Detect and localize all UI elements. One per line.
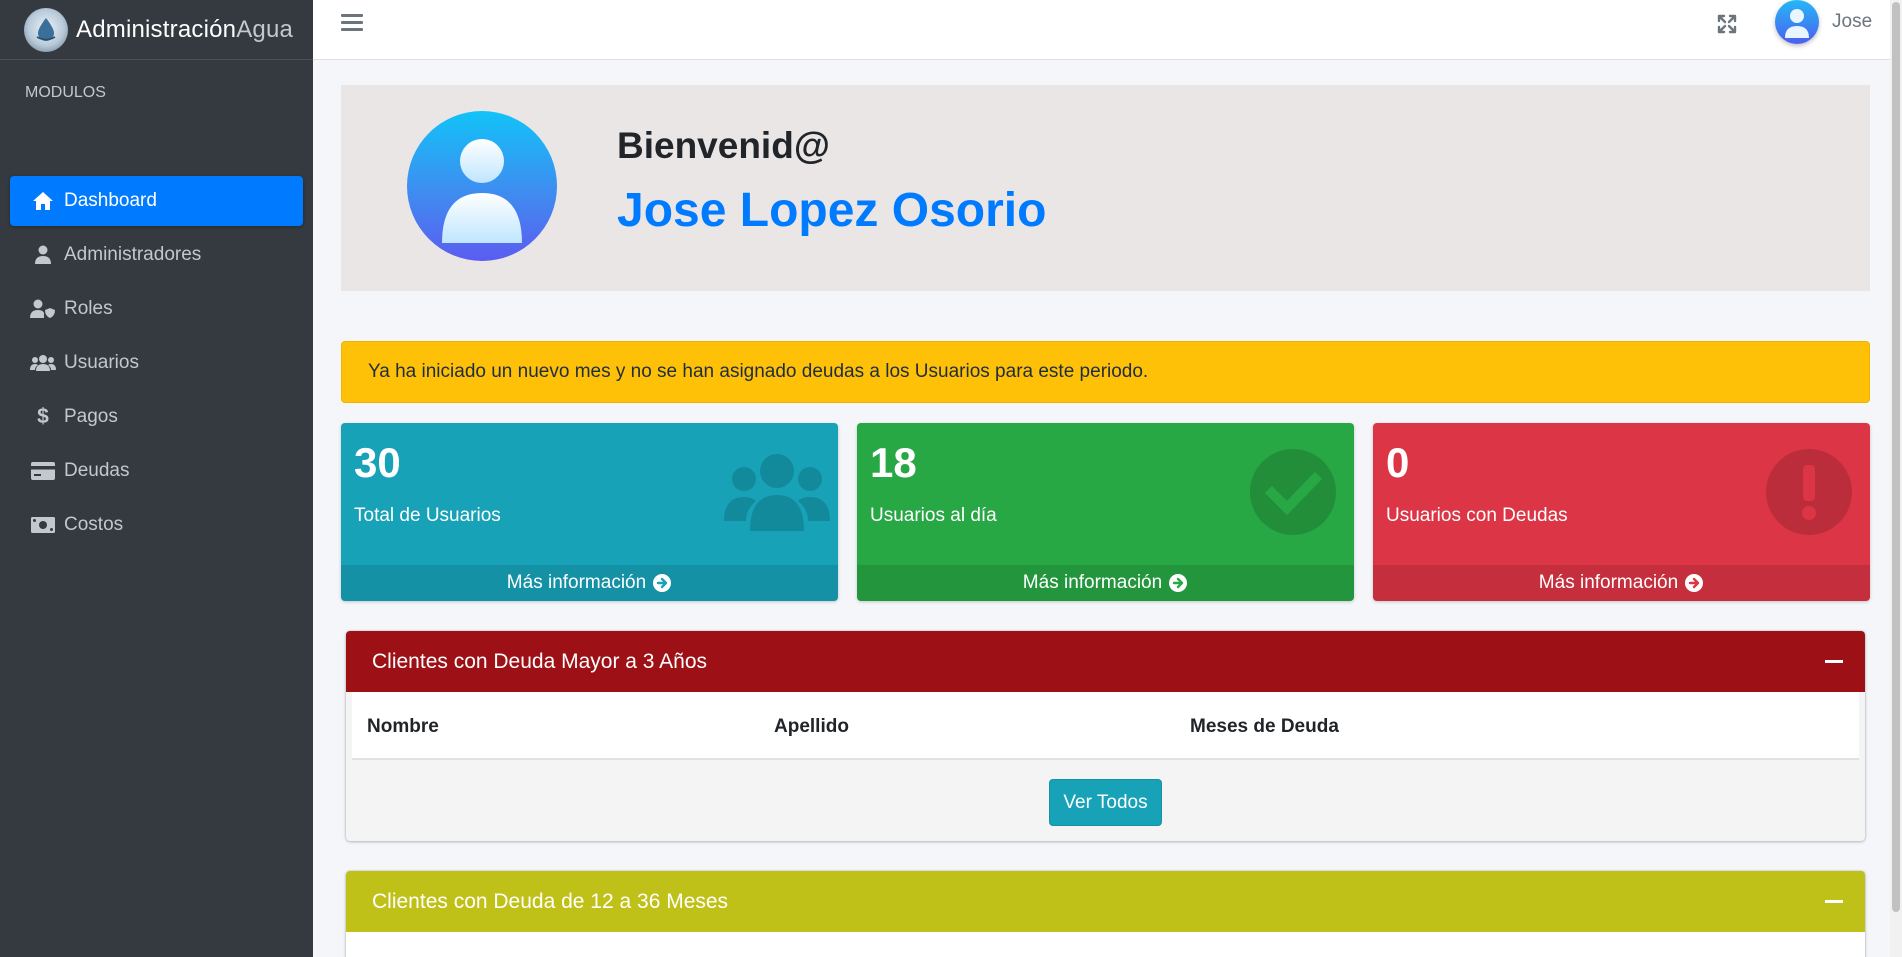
user-avatar-large-icon xyxy=(407,111,557,261)
sidebar-section-header: MODULOS xyxy=(25,84,106,101)
table-header-row: Nombre Apellido Meses de Deuda xyxy=(352,692,1859,760)
ver-todos-button[interactable]: Ver Todos xyxy=(1049,779,1162,826)
top-navbar: Jose xyxy=(313,0,1902,60)
sidebar-item-label: Dashboard xyxy=(64,190,157,211)
credit-card-icon xyxy=(30,460,56,482)
sidebar-item-deudas[interactable]: Deudas xyxy=(10,446,303,496)
exclamation-circle-icon xyxy=(1764,447,1854,537)
dollar-icon: $ xyxy=(37,405,49,428)
fullscreen-icon[interactable] xyxy=(1715,12,1739,36)
card-header: Clientes con Deuda de 12 a 36 Meses xyxy=(346,871,1865,932)
brand-name-strong: Administración xyxy=(76,15,237,43)
brand-link[interactable]: AdministraciónAgua xyxy=(0,0,313,60)
card-header: Clientes con Deuda Mayor a 3 Años xyxy=(346,631,1865,692)
arrow-circle-right-icon xyxy=(1168,573,1188,593)
collapse-minus-icon[interactable] xyxy=(1825,660,1843,663)
sidebar-item-pagos[interactable]: $ Pagos xyxy=(10,392,303,442)
sidebar: AdministraciónAgua MODULOS Dashboard Adm… xyxy=(0,0,313,957)
avatar xyxy=(1775,0,1819,44)
user-shield-icon xyxy=(30,298,56,320)
card-deuda-12-a-36-meses: Clientes con Deuda de 12 a 36 Meses xyxy=(346,871,1865,957)
page-scrollbar[interactable] xyxy=(1890,0,1902,957)
sidebar-item-label: Deudas xyxy=(64,460,130,481)
card-title: Clientes con Deuda de 12 a 36 Meses xyxy=(372,889,729,913)
check-circle-icon xyxy=(1248,447,1338,537)
users-icon xyxy=(30,352,56,374)
user-name: Jose xyxy=(1832,11,1873,32)
welcome-user-name: Jose Lopez Osorio xyxy=(617,184,1047,237)
stat-box-usuarios-con-deudas: 0 Usuarios con Deudas Más información xyxy=(1373,423,1870,601)
sidebar-item-dashboard[interactable]: Dashboard xyxy=(10,176,303,226)
card-title: Clientes con Deuda Mayor a 3 Años xyxy=(372,649,708,673)
sidebar-item-label: Pagos xyxy=(64,406,118,427)
money-bill-icon xyxy=(30,514,56,536)
stat-more-info-link[interactable]: Más información xyxy=(857,565,1354,601)
arrow-circle-right-icon xyxy=(1684,573,1704,593)
arrow-circle-right-icon xyxy=(652,573,672,593)
stat-value: 0 xyxy=(1386,439,1410,486)
warning-alert: Ya ha iniciado un nuevo mes y no se han … xyxy=(341,341,1870,403)
sidebar-item-administradores[interactable]: Administradores xyxy=(10,230,303,280)
stat-label: Usuarios al día xyxy=(870,505,997,526)
column-header-meses-de-deuda: Meses de Deuda xyxy=(1190,716,1339,737)
brand-text: AdministraciónAgua xyxy=(76,16,293,44)
collapse-minus-icon[interactable] xyxy=(1825,900,1843,903)
users-icon xyxy=(724,447,830,537)
scrollbar-thumb[interactable] xyxy=(1892,2,1900,912)
stat-link-label: Más información xyxy=(1022,572,1163,593)
sidebar-item-costos[interactable]: Costos xyxy=(10,500,303,550)
card-deuda-mayor-3-anos: Clientes con Deuda Mayor a 3 Años Nombre… xyxy=(346,631,1865,841)
sidebar-item-label: Costos xyxy=(64,514,124,535)
user-menu[interactable]: Jose xyxy=(1775,0,1872,44)
stat-value: 18 xyxy=(870,439,917,486)
sidebar-item-label: Usuarios xyxy=(64,352,139,373)
stat-box-total-usuarios: 30 Total de Usuarios Más información xyxy=(341,423,838,601)
menu-toggle-icon[interactable] xyxy=(341,14,363,34)
sidebar-item-roles[interactable]: Roles xyxy=(10,284,303,334)
water-drop-logo-icon xyxy=(24,7,68,52)
alert-text: Ya ha iniciado un nuevo mes y no se han … xyxy=(368,361,1149,382)
brand-name-light: Agua xyxy=(236,15,294,43)
stat-label: Total de Usuarios xyxy=(354,505,501,526)
stat-label: Usuarios con Deudas xyxy=(1386,505,1568,526)
stat-more-info-link[interactable]: Más información xyxy=(341,565,838,601)
card-body xyxy=(346,932,1865,957)
stat-box-usuarios-al-dia: 18 Usuarios al día Más información xyxy=(857,423,1354,601)
home-icon xyxy=(30,190,56,212)
user-icon xyxy=(30,244,56,266)
column-header-apellido: Apellido xyxy=(774,716,849,737)
stat-link-label: Más información xyxy=(506,572,647,593)
sidebar-item-label: Administradores xyxy=(64,244,202,265)
column-header-nombre: Nombre xyxy=(367,716,439,737)
welcome-panel: Bienvenid@ Jose Lopez Osorio xyxy=(341,85,1870,291)
stat-more-info-link[interactable]: Más información xyxy=(1373,565,1870,601)
stat-link-label: Más información xyxy=(1538,572,1679,593)
sidebar-item-usuarios[interactable]: Usuarios xyxy=(10,338,303,388)
welcome-greeting: Bienvenid@ xyxy=(617,125,830,166)
sidebar-item-label: Roles xyxy=(64,298,113,319)
stat-value: 30 xyxy=(354,439,401,486)
sidebar-nav: Dashboard Administradores Roles Usuarios… xyxy=(0,176,313,550)
